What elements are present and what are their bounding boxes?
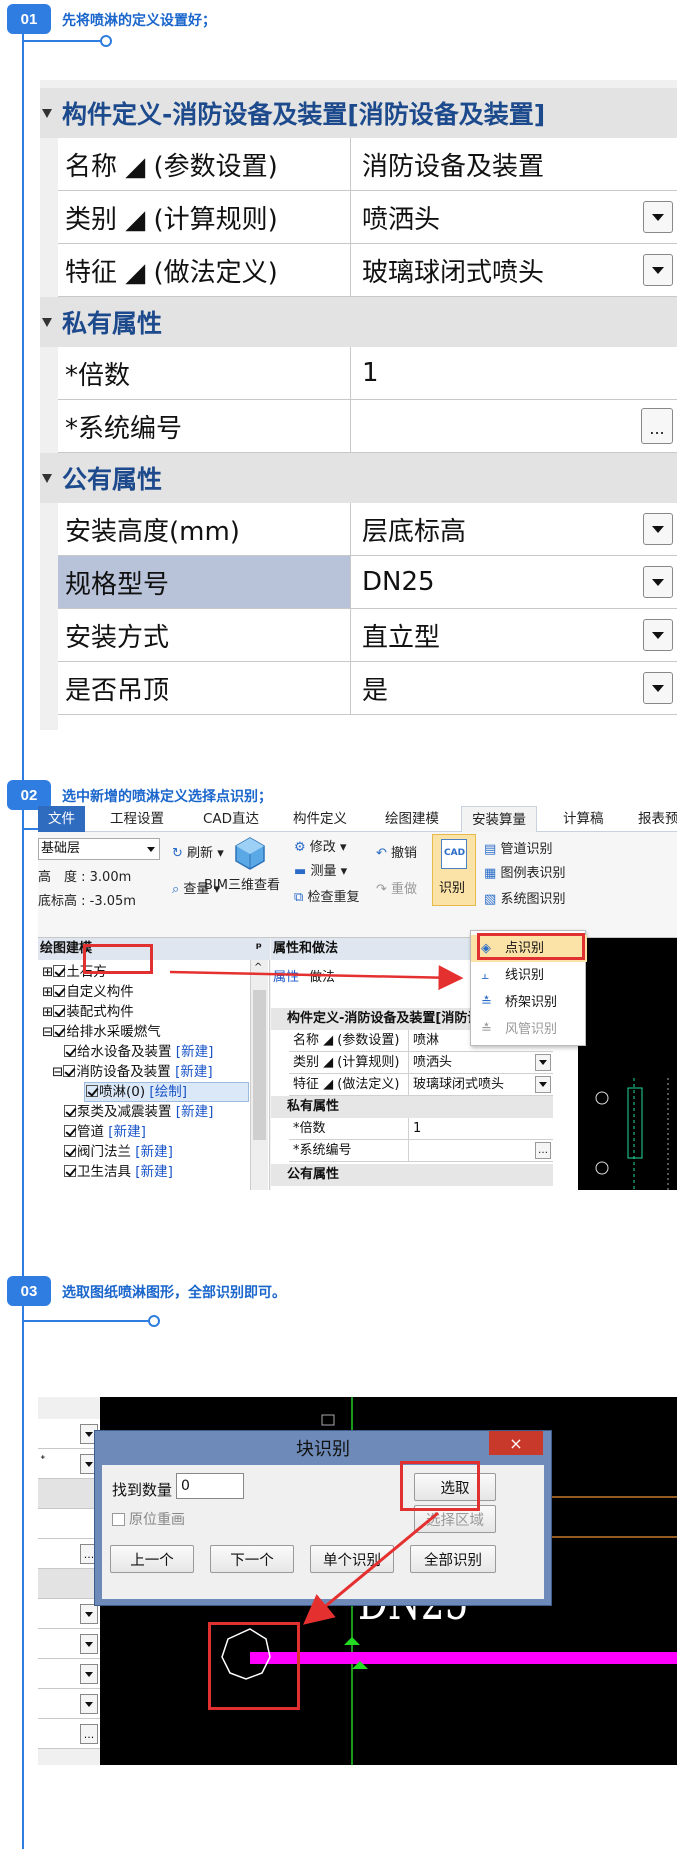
collapse-icon[interactable] (42, 473, 52, 483)
collapse-icon[interactable] (42, 108, 52, 118)
dropdown-button[interactable] (643, 201, 673, 233)
property-label: 安装方式 (58, 609, 351, 661)
property-label: 类别 ◢ (计算规则) (58, 191, 351, 243)
private-section[interactable]: 私有属性 (40, 297, 677, 347)
property-row[interactable] (58, 715, 677, 730)
section-title: 私有属性 (62, 309, 163, 338)
divider-line (24, 40, 102, 42)
property-row[interactable]: 安装高度(mm) 层底标高 (58, 503, 677, 556)
step-number: 03 (7, 1276, 51, 1306)
property-row[interactable]: 类别 ◢ (计算规则) 喷洒头 (58, 191, 677, 244)
cad-screenshot: ᐩ ... ... DN25 块识别 × 找到数量 0 原位重画 选取 选择区域… (38, 1397, 677, 1765)
dropdown-button[interactable] (643, 672, 673, 704)
property-label: 特征 ◢ (做法定义) (58, 244, 351, 296)
property-value[interactable]: 直立型 (352, 609, 677, 661)
dropdown-button[interactable] (643, 254, 673, 286)
step-number: 01 (7, 4, 51, 34)
property-value[interactable] (352, 400, 677, 452)
property-value[interactable]: 喷洒头 (352, 191, 677, 243)
ellipsis-button[interactable]: ... (641, 408, 673, 444)
property-label: 规格型号 (58, 556, 351, 608)
property-label: 安装高度(mm) (58, 503, 351, 555)
step-title: 选中新增的喷淋定义选择点识别； (62, 789, 272, 805)
property-value[interactable]: 1 (352, 347, 677, 399)
chevron-down-icon (652, 578, 664, 586)
dropdown-button[interactable] (643, 566, 673, 598)
definition-title: 构件定义-消防设备及装置[消防设备及装置] (62, 100, 546, 129)
property-row[interactable]: 安装方式 直立型 (58, 609, 677, 662)
public-section[interactable]: 公有属性 (40, 453, 677, 503)
chevron-down-icon (652, 525, 664, 533)
property-value[interactable]: 玻璃球闭式喷头 (352, 244, 677, 296)
step-title: 先将喷淋的定义设置好； (62, 13, 216, 29)
app-screenshot: 文件 工程设置 CAD直达 构件定义 绘图建模 安装算量 计算稿 报表预 基础层… (38, 806, 677, 1190)
property-row[interactable]: 特征 ◢ (做法定义) 玻璃球闭式喷头 (58, 244, 677, 297)
property-value[interactable]: 层底标高 (352, 503, 677, 555)
property-label: *系统编号 (58, 400, 351, 452)
property-row[interactable]: *倍数 1 (58, 347, 677, 400)
chevron-down-icon (652, 631, 664, 639)
chevron-down-icon (652, 266, 664, 274)
timeline-rail (22, 14, 24, 1849)
arrow-overlay (169, 965, 464, 991)
property-value[interactable]: 消防设备及装置 (352, 138, 677, 190)
property-label: 是否吊顶 (58, 662, 351, 714)
property-value[interactable]: 是 (352, 662, 677, 714)
chevron-down-icon (652, 684, 664, 692)
chevron-down-icon (652, 213, 664, 221)
property-row[interactable]: *系统编号... (58, 400, 677, 453)
step-title: 选取图纸喷淋图形，全部识别即可。 (62, 1285, 286, 1301)
dropdown-button[interactable] (643, 513, 673, 545)
property-label: *倍数 (58, 347, 351, 399)
property-row[interactable]: 规格型号 DN25 (58, 556, 677, 609)
collapse-icon[interactable] (42, 317, 52, 327)
property-row[interactable]: 名称 ◢ (参数设置) 消防设备及装置 (58, 138, 677, 191)
property-row[interactable]: 是否吊顶是 (58, 662, 677, 715)
section-title: 公有属性 (62, 465, 163, 494)
arrow-overlay (303, 1511, 439, 1625)
dropdown-button[interactable] (643, 619, 673, 651)
property-panel: 构件定义-消防设备及装置[消防设备及装置] 名称 ◢ (参数设置) 消防设备及装置… (40, 80, 677, 730)
property-label: 名称 ◢ (参数设置) (58, 138, 351, 190)
divider-dot (100, 35, 112, 47)
definition-header[interactable]: 构件定义-消防设备及装置[消防设备及装置] (40, 88, 677, 138)
divider-line (24, 1320, 150, 1322)
property-value[interactable]: DN25 (352, 556, 677, 608)
divider-dot (148, 1315, 160, 1327)
